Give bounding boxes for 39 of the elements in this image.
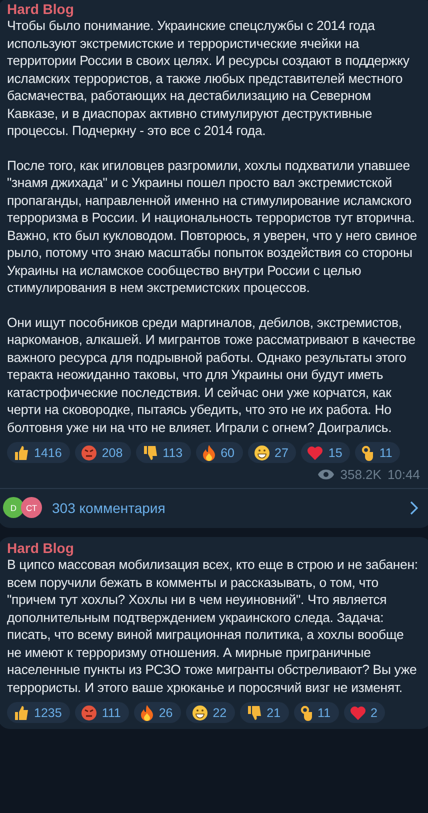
reaction-button[interactable]: 111	[74, 702, 129, 723]
grinning-face-icon	[192, 704, 208, 720]
message-text: После того, как игиловцев разгромили, хохлы подхватили упавшее "знамя джихада" и с Украины пошел просто вал экстремистской пропаганды, направленной именно на стимулирование исламского терроризма в России. И национальность террористов тут вторична. Важно, кто был кукловодом. Повторюсь, я уверен, что у него свиное рыло, потому что знаю масштабы попыток воздействия со стороны Украины на исламское сообщество внутри России с целью стимулирования в нем экстремистских процессов.	[7, 156, 418, 296]
reaction-button[interactable]: 21	[240, 702, 289, 723]
reaction-button[interactable]: 60	[196, 442, 243, 463]
angry-face-icon	[80, 444, 97, 460]
avatar: СТ	[21, 497, 42, 518]
grinning-face-icon	[254, 444, 270, 460]
reaction-button[interactable]: 22	[186, 702, 235, 723]
reaction-button[interactable]: 1416	[7, 442, 70, 463]
message-text: Чтобы было понимание. Украинские спецслужбы с 2014 года используют экстремистские и террористические ячейки на территории России в своих целях. И ресурсы создают в поддержку исламских террористов, а также любых представителей местного басмачества, работающих на дестабилизацию на Северном Кавказе, и в диаспорах активно стимулируют деструктивные процессы. Подчеркну - это все с 2014 года.	[7, 17, 410, 140]
message-time: 10:44	[387, 467, 420, 482]
avatar: D	[3, 497, 24, 518]
chevron-right-icon	[410, 500, 418, 514]
thumbs-up-icon	[13, 704, 29, 720]
channel-name[interactable]: Hard Blog	[7, 541, 420, 556]
reaction-button[interactable]: 26	[134, 702, 181, 723]
eye-icon	[318, 469, 334, 480]
angry-face-icon	[80, 704, 97, 720]
view-count: 358.2K	[340, 467, 382, 482]
thumbs-down-icon	[142, 444, 158, 460]
fire-icon	[202, 444, 216, 460]
heart-icon	[350, 706, 366, 720]
reaction-button[interactable]: 11	[294, 702, 339, 723]
reaction-button[interactable]: 11	[355, 442, 400, 463]
heart-icon	[307, 446, 324, 460]
reaction-button[interactable]: 2	[344, 702, 386, 723]
message-text: В ципсо массовая мобилизация всех, кто еще в строю и не забанен: всем поручили бежать в комменты и рассказывать, о том, что "причем тут хохлы? Хохлы ни в чем неуиновний". Что является дополнительным подтверждением украинского следа. Задача: писать, что всему виной миграционная политика, а хохлы вообще не имеют к терроризму отношения. А мирные приграничные населенные пункты из РСЗО тоже мигранты обстреливают? Вы уже террористы. И этого ваше хрюканье и поросячий визг не изменят.	[7, 556, 419, 696]
message-text: Они ищут пособников среди маргиналов, дебилов, экстремистов, наркоманов, алкашей. И мигрантов тоже рассматривают в качестве важного ресурса для подрывной работы. Однако результаты этого теракта неожиданно таковы, что для Украины они будут иметь катастрофические последствия. И сейчас они уже корчатся, как черти на сковородке, пытаясь убедить, что это не их работа. Но болтовня уже ни на что не влияет. Играли с огнем? Доигрались.	[7, 314, 416, 436]
reaction-button[interactable]: 208	[74, 442, 131, 463]
reaction-button[interactable]: 15	[301, 442, 350, 463]
reaction-button[interactable]: 27	[248, 442, 296, 463]
thumbs-up-icon	[13, 444, 29, 460]
comments-button[interactable]: D СТ 303 комментария	[0, 488, 428, 528]
fire-icon	[140, 704, 154, 720]
reaction-button[interactable]: 113	[136, 442, 191, 463]
reaction-button[interactable]: 1235	[7, 702, 70, 723]
channel-name[interactable]: Hard Blog	[7, 2, 420, 17]
thumbs-down-icon	[246, 704, 262, 720]
